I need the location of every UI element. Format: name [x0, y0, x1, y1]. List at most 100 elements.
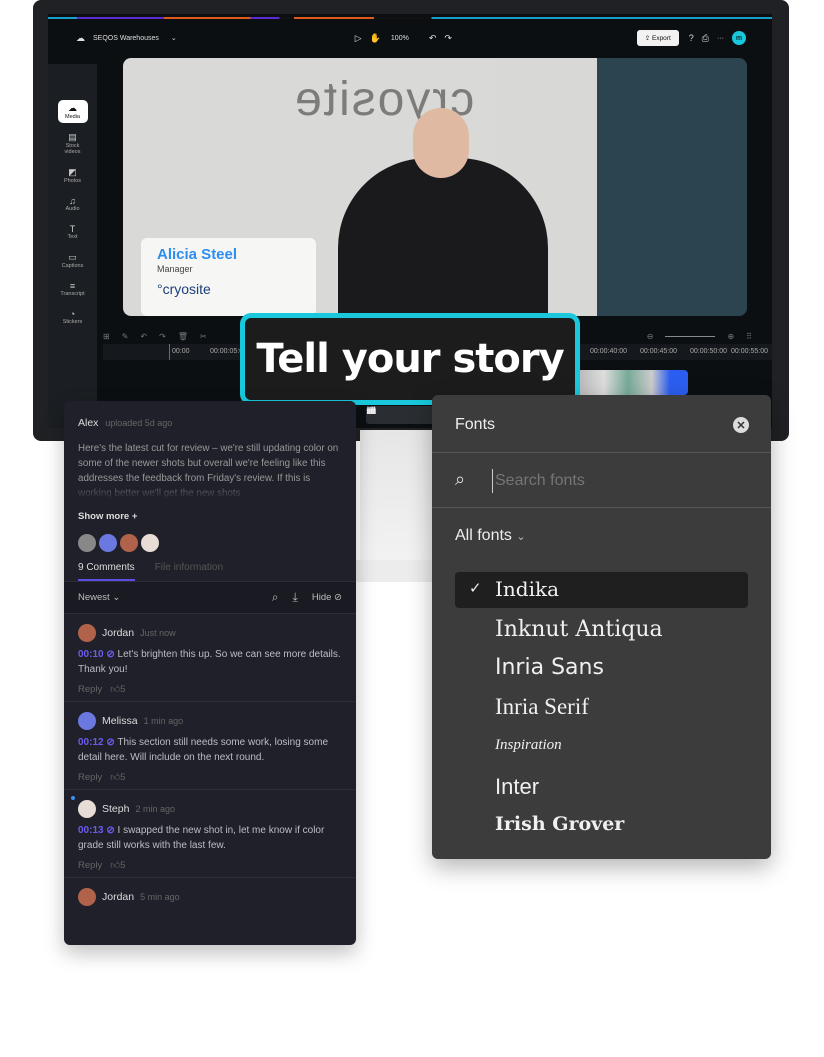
close-icon[interactable]: ✕: [733, 417, 749, 433]
tick-label: 00:00:45:00: [640, 348, 677, 355]
zoom-out-icon[interactable]: ⊖: [647, 332, 654, 341]
show-more-link[interactable]: Show more +: [78, 511, 342, 522]
more-icon[interactable]: ···: [717, 35, 724, 42]
tab-file-information[interactable]: File information: [155, 562, 223, 581]
sidebar-item-media[interactable]: ☁ Media: [57, 100, 88, 123]
audio-clip[interactable]: ılıIıIlıIlıIlı: [366, 406, 436, 424]
avatar[interactable]: m: [732, 31, 746, 45]
sidebar-item-label: Stock videos: [64, 143, 81, 155]
sidebar-item-transcript[interactable]: ≡ Transcript: [58, 278, 88, 300]
export-button[interactable]: ⇪ Export: [636, 30, 679, 46]
undo-icon[interactable]: ↶: [140, 332, 147, 341]
font-item-inknut-antiqua[interactable]: Inknut Antiqua: [495, 617, 663, 642]
print-icon[interactable]: ⎙: [702, 33, 709, 44]
grid-icon[interactable]: ⊞: [103, 332, 110, 341]
comment-text: I swapped the new shot in, let me know i…: [78, 825, 325, 851]
unread-dot: [71, 796, 75, 800]
pointer-icon[interactable]: ▷: [355, 33, 362, 44]
progress-strip: [48, 17, 772, 19]
trash-icon[interactable]: 🗑: [178, 332, 188, 341]
avatar: [141, 534, 159, 552]
comment-author: Melissa: [102, 715, 138, 727]
sidebar-item-label: Text: [67, 234, 78, 240]
image-icon: ◩: [68, 167, 77, 177]
comment-author: Steph: [102, 803, 130, 815]
thumbs-up-icon[interactable]: 👍︎: [110, 772, 120, 783]
avatar: [78, 800, 96, 818]
download-icon[interactable]: ⤓: [293, 590, 298, 605]
video-preview[interactable]: cryosite Alicia Steel Manager °cryosite: [123, 58, 747, 316]
sort-dropdown[interactable]: Newest ⌄: [78, 592, 120, 603]
export-label: Export: [651, 35, 671, 42]
lower-third-title: Manager: [157, 264, 193, 274]
top-toolbar: ☁ SEQOS Warehouses ⌄ ▷ ✋ 100% ↶ ↷ ⇪ Expo…: [48, 22, 772, 54]
divider: [432, 452, 771, 453]
tick-label: 00:00:50:00: [690, 348, 727, 355]
zoom-in-icon[interactable]: ⊕: [727, 332, 734, 341]
avatar: [120, 534, 138, 552]
undo-icon[interactable]: ↶: [429, 33, 437, 44]
tick-label: 00:00: [172, 348, 190, 355]
project-title[interactable]: SEQOS Warehouses: [93, 35, 159, 42]
search-icon: ⌕: [455, 469, 466, 489]
font-item-indika[interactable]: Indika: [495, 577, 559, 601]
captions-icon: ▭: [68, 252, 77, 262]
thumbs-up-icon[interactable]: 👍︎: [110, 684, 120, 695]
font-item-irish-grover[interactable]: Irish Grover: [495, 813, 624, 835]
cloud-upload-icon: ☁: [68, 103, 77, 113]
font-filter-dropdown[interactable]: All fonts ⌄: [455, 527, 526, 545]
layout-icon[interactable]: ⠿: [746, 332, 752, 341]
reply-button[interactable]: Reply: [78, 772, 102, 783]
reply-button[interactable]: Reply: [78, 684, 102, 695]
tab-comments[interactable]: 9 Comments: [78, 562, 135, 581]
font-item-inria-sans[interactable]: Inria Sans: [495, 655, 604, 680]
redo-icon[interactable]: ↷: [159, 332, 166, 341]
hide-resolved-toggle[interactable]: Hide ⊘: [312, 592, 342, 603]
zoom-select[interactable]: 100%: [391, 35, 409, 42]
font-item-inter[interactable]: Inter: [495, 774, 539, 800]
tick-label: 00:00:55:00: [731, 348, 768, 355]
comment-item: Melissa 1 min ago 00:12 ⊘ This section st…: [64, 702, 356, 790]
video-clip[interactable]: [568, 370, 688, 395]
sidebar-item-audio[interactable]: ♫ Audio: [58, 193, 88, 215]
presenter-face: [413, 108, 469, 178]
cloud-icon: ☁: [76, 32, 85, 43]
sidebar-item-label: Photos: [63, 178, 82, 184]
music-icon: ♫: [69, 196, 76, 206]
comment-text: Let's brighten this up. So we can see mo…: [78, 649, 341, 675]
search-icon[interactable]: ⌕: [272, 590, 279, 605]
thumbs-up-icon[interactable]: 👍︎: [110, 860, 120, 871]
comment-timestamp[interactable]: 00:12: [78, 737, 104, 748]
presenter: [338, 158, 548, 316]
chevron-down-icon[interactable]: ⌄: [171, 34, 177, 42]
comment-time: 1 min ago: [143, 716, 184, 726]
reply-button[interactable]: Reply: [78, 860, 102, 871]
magic-icon[interactable]: ✎: [122, 332, 129, 341]
help-icon[interactable]: ?: [689, 33, 694, 43]
tick-label: 00:00:40:00: [590, 348, 627, 355]
comment-timestamp[interactable]: 00:10: [78, 649, 104, 660]
sidebar-item-captions[interactable]: ▭ Captions: [58, 249, 88, 272]
sidebar-item-text[interactable]: T Text: [58, 221, 88, 243]
like-count: 5: [120, 772, 126, 783]
sidebar: ☁ Media ▤ Stock videos ◩ Photos ♫ Audio T Tex…: [48, 64, 97, 428]
scissors-icon[interactable]: ✂: [200, 332, 207, 341]
search-fonts-input[interactable]: [492, 469, 742, 493]
sidebar-item-stickers[interactable]: ◔ Stickers: [58, 306, 88, 328]
redo-icon[interactable]: ↷: [444, 33, 452, 44]
comment-timestamp[interactable]: 00:13: [78, 825, 104, 836]
font-item-inria-serif[interactable]: Inria Serif: [495, 694, 589, 720]
annotation-icon: ⊘: [106, 649, 115, 660]
comment-author: Jordan: [102, 627, 135, 639]
sidebar-item-photos[interactable]: ◩ Photos: [58, 164, 88, 187]
monitor-stand: [360, 430, 432, 580]
font-item-inspiration[interactable]: Inspiration: [495, 737, 562, 754]
description: Here's the latest cut for review – we're…: [78, 443, 339, 499]
zoom-slider[interactable]: [665, 335, 716, 337]
sidebar-item-stock-videos[interactable]: ▤ Stock videos: [58, 129, 88, 158]
comment-item: Steph 2 min ago 00:13 ⊘ I swapped the new…: [64, 790, 356, 878]
hand-icon[interactable]: ✋: [370, 33, 381, 44]
avatar: [78, 534, 96, 552]
sidebar-item-label: Media: [65, 114, 80, 120]
playhead[interactable]: [169, 344, 170, 360]
